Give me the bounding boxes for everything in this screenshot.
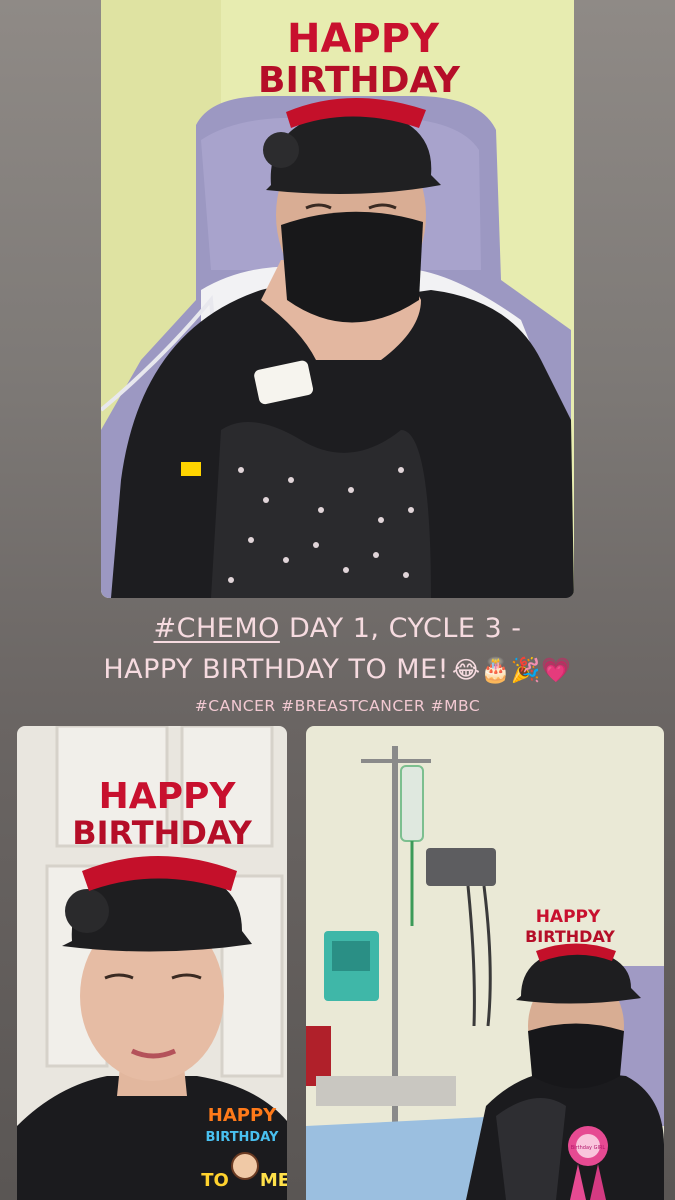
portrait-image: HAPPY BIRTHDAY HAPPY BIRTHDAY TO ME: [17, 726, 287, 1200]
caption-line-2-text: HAPPY BIRTHDAY TO ME!: [103, 654, 449, 685]
tiara-happy-text: HAPPY: [99, 776, 237, 817]
infusion-room-photo: HAPPY BIRTHDAY Birthday GIRL: [306, 726, 664, 1200]
tiara-birthday-text: BIRTHDAY: [525, 927, 615, 946]
portrait-photo: HAPPY BIRTHDAY HAPPY BIRTHDAY TO ME: [17, 726, 287, 1200]
cap-flower: [263, 132, 299, 168]
tiara-birthday-text: BIRTHDAY: [72, 814, 252, 852]
main-selfie-photo: HAPPY BIRTHDAY: [101, 0, 574, 598]
caption-line-2: HAPPY BIRTHDAY TO ME! 😂🎂🎉💗: [0, 654, 675, 685]
iv-clamp: [181, 462, 201, 476]
side-table: [316, 1076, 456, 1106]
caption-line-1-text: DAY 1, CYCLE 3 -: [279, 613, 522, 644]
tiara-happy-text: HAPPY: [287, 16, 440, 62]
chemo-hashtag-link[interactable]: #CHEMO: [153, 613, 279, 644]
sticker-happy-text: HAPPY: [208, 1105, 277, 1126]
tiara-birthday-text: BIRTHDAY: [258, 60, 461, 101]
sticker-me-text: ME: [260, 1170, 287, 1191]
face-mask: [528, 1023, 624, 1089]
caption-line-1: #CHEMO DAY 1, CYCLE 3 -: [0, 613, 675, 644]
sticker-to-text: TO: [201, 1170, 229, 1191]
wall-diagnostic-unit: [426, 848, 496, 886]
infusion-room-image: HAPPY BIRTHDAY Birthday GIRL: [306, 726, 664, 1200]
main-selfie-image: HAPPY BIRTHDAY: [101, 0, 574, 598]
rosette-badge-text: Birthday GIRL: [571, 1145, 606, 1151]
cap-flower: [65, 889, 109, 933]
caption-emoji: 😂🎂🎉💗: [451, 656, 572, 684]
sticker-birthday-text: BIRTHDAY: [206, 1130, 280, 1145]
tiara-happy-text: HAPPY: [536, 907, 601, 927]
sticker-bitmoji-icon: [231, 1152, 259, 1180]
hashtags-line[interactable]: #CANCER #BREASTCANCER #MBC: [0, 697, 675, 715]
iv-bag: [400, 765, 424, 842]
face-mask: [281, 211, 423, 323]
iv-pole: [392, 746, 398, 1186]
